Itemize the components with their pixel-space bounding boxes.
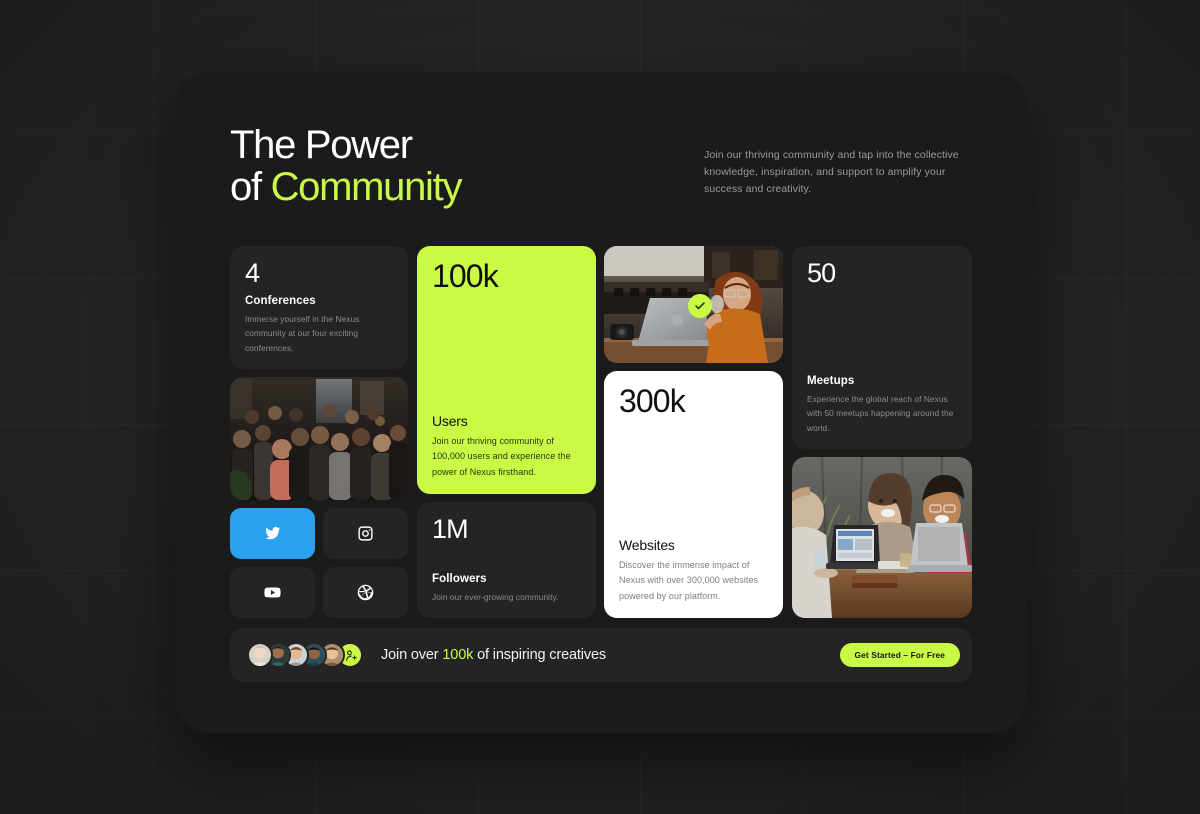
verified-badge [688,294,712,318]
avatar-stack [247,642,363,668]
stat-title-websites: Websites [619,536,675,553]
stat-card-websites[interactable]: 300k Websites Discover the immense impac… [604,371,783,618]
stat-body-followers: Followers Join our ever-growing communit… [432,573,581,604]
person-add-icon [345,649,357,661]
twitter-icon [265,527,281,540]
stat-value-users: 100k [432,258,499,294]
social-button-instagram[interactable] [323,508,408,559]
avatar-image-1 [249,644,271,666]
social-button-youtube[interactable] [230,567,315,618]
stat-title-meetups: Meetups [807,375,855,388]
cta-message-prefix: Join over [381,647,443,663]
page-title-line1: The Power [230,123,413,167]
photo-card-team-table[interactable] [792,457,972,618]
page-title: The Power of Community [230,123,463,210]
get-started-button[interactable]: Get Started – For Free [839,643,960,667]
stat-body-meetups: Meetups Experience the global reach of N… [807,375,957,435]
stat-value-followers: 1M [432,514,469,544]
stat-value-websites: 300k [619,383,686,419]
stat-title-followers: Followers [432,572,487,585]
stat-card-followers[interactable]: 1M Followers Join our ever-growing commu… [417,502,596,618]
stat-desc-websites: Discover the immense impact of Nexus wit… [619,559,759,601]
stat-body-users: Users Join our thriving community of 100… [432,413,581,480]
social-button-dribbble[interactable] [323,567,408,618]
stat-desc-users: Join our thriving community of 100,000 u… [432,435,571,477]
stat-value-conferences: 4 [245,258,260,288]
cta-message-accent: 100k [442,647,474,663]
stat-card-meetups[interactable]: 50 Meetups Experience the global reach o… [792,246,972,449]
photo-card-group[interactable] [230,377,408,500]
social-links-grid [230,508,408,618]
photo-card-woman-laptop[interactable] [604,246,783,363]
stat-body-websites: Websites Discover the immense impact of … [619,537,768,604]
social-button-twitter[interactable] [230,508,315,559]
stats-grid: 4 Conferences Immerse yourself in the Ne… [230,246,972,618]
page-title-accent: Community [270,165,463,210]
cta-message-suffix: of inspiring creatives [473,647,606,663]
youtube-icon [264,587,281,598]
stat-card-conferences[interactable]: 4 Conferences Immerse yourself in the Ne… [230,246,408,369]
stat-title-users: Users [432,412,468,429]
dribbble-icon [357,584,374,601]
stat-title-conferences: Conferences [245,295,316,308]
instagram-icon [358,526,373,541]
stat-desc-followers: Join our ever-growing community. [432,591,559,602]
page-title-line2-prefix: of [230,165,271,210]
panel-header: The Power of Community Join our thriving … [230,124,972,209]
team-table-image [792,457,972,618]
stat-body-conferences: Conferences Immerse yourself in the Nexu… [245,295,393,355]
stat-desc-meetups: Experience the global reach of Nexus wit… [807,394,954,433]
cta-message: Join over 100k of inspiring creatives [381,647,606,663]
stat-value-meetups: 50 [807,258,836,288]
check-icon [695,302,705,310]
avatar[interactable] [247,642,273,668]
stat-desc-conferences: Immerse yourself in the Nexus community … [245,314,360,353]
group-photo-image [230,377,408,500]
page-subcopy: Join our thriving community and tap into… [704,149,959,195]
cta-bar: Join over 100k of inspiring creatives Ge… [230,628,972,682]
stat-card-users[interactable]: 100k Users Join our thriving community o… [417,246,596,494]
community-panel: The Power of Community Join our thriving … [175,72,1027,733]
